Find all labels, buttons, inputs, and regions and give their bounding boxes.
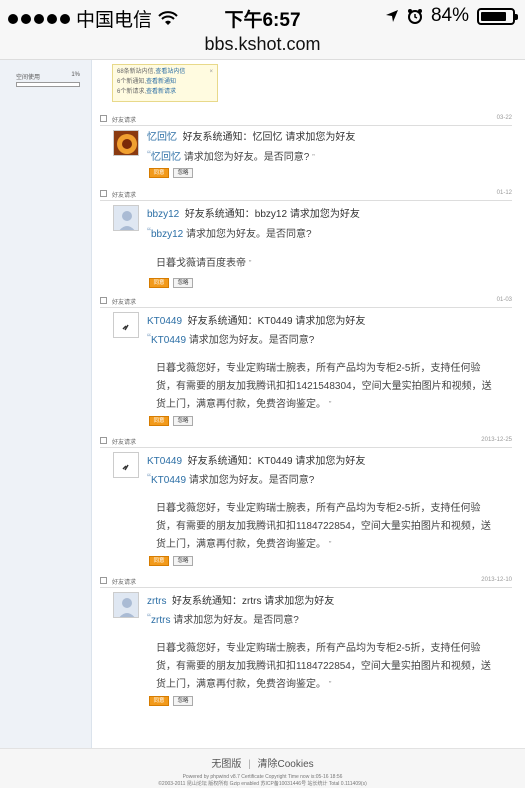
view-requests-link[interactable]: 查看新请求 [146,89,176,95]
message-title: KT0449 好友系统通知：KT0449 请求加您为好友 [147,316,366,327]
request-quote: “KT0449 请求加您为好友。是否同意? [147,331,315,346]
username-link[interactable]: KT0449 [147,316,182,327]
avatar[interactable] [113,592,139,618]
request-quote: “zrtrs 请求加您为好友。是否同意? [147,611,299,626]
notice-line-3: 6个新请求, [117,89,147,95]
battery-icon [477,7,518,25]
message-header: 好友请求 2013-12-10 [100,576,512,588]
message-date: 03-22 [496,115,512,121]
quote-username[interactable]: KT0449 [151,475,186,486]
message-type: 好友请求 [112,440,137,446]
message-title: KT0449 好友系统通知：KT0449 请求加您为好友 [147,456,366,467]
select-checkbox[interactable] [100,437,107,444]
request-quote: “KT0449 请求加您为好友。是否同意? [147,471,315,486]
message-date: 01-03 [496,297,512,303]
request-quote: “忆回忆 请求加您为好友。是否同意? ” [147,148,315,163]
location-arrow-icon [385,10,398,22]
avatar[interactable] [113,312,139,338]
select-checkbox[interactable] [100,577,107,584]
powered-by-text: Powered by phpwind v8.7 Certificate Copy… [182,774,343,780]
friend-request-item: 好友请求 01-03 KT0449 好友系统通知：KT0449 请求加您为好友 … [100,296,512,426]
sidebar: 空间使用 1% [0,60,92,748]
friend-request-item: 好友请求 03-22 忆回忆 好友系统通知：忆回忆 请求加您为好友 “忆回忆 请… [100,114,512,178]
friend-request-item: 好友请求 01-12 bbzy12 好友系统通知：bbzy12 请求加您为好友 … [100,189,512,288]
message-date: 01-12 [496,190,512,196]
view-messages-link[interactable]: 查看站内信 [155,69,185,75]
message-body: 日暮戈薇您好，专业定购瑞士腕表，所有产品均为专柜2-5折，支持任何验货，有需要的… [156,503,491,550]
clear-cookies-link[interactable]: 清除Cookies [258,759,314,770]
quote-username[interactable]: zrtrs [151,615,170,626]
message-title: bbzy12 好友系统通知：bbzy12 请求加您为好友 [147,209,360,220]
username-link[interactable]: zrtrs [147,596,166,607]
ignore-button[interactable]: 忽略 [173,416,193,426]
alarm-clock-icon [407,9,422,24]
agree-button[interactable]: 同意 [149,416,169,426]
message-body: 日暮戈薇请百度表帝 ” [156,258,252,269]
message-header: 好友请求 01-03 [100,296,512,308]
message-type: 好友请求 [112,580,137,586]
message-type: 好友请求 [112,300,137,306]
no-image-link[interactable]: 无图版 [211,759,241,770]
notice-line-1: 68条新站内信, [117,69,156,75]
agree-button[interactable]: 同意 [149,696,169,706]
username-link[interactable]: 忆回忆 [147,132,177,143]
copyright-text: ©2003-2011 昆山论坛 版权所有 Gzip enabled 苏ICP备1… [158,781,367,787]
agree-button[interactable]: 同意 [149,556,169,566]
message-body: 日暮戈薇您好，专业定购瑞士腕表，所有产品均为专柜2-5折，支持任何验货，有需要的… [156,643,491,690]
ignore-button[interactable]: 忽略 [173,556,193,566]
friend-request-item: 好友请求 2013-12-25 KT0449 好友系统通知：KT0449 请求加… [100,436,512,566]
avatar[interactable] [113,130,139,156]
friend-request-item: 好友请求 2013-12-10 zrtrs 好友系统通知：zrtrs 请求加您为… [100,576,512,706]
notification-popup: × 68条新站内信,查看站内信 6个新通知,查看新通知 6个新请求,查看新请求 [112,64,218,102]
page-footer: 无图版 | 清除Cookies Powered by phpwind v8.7 … [0,748,525,788]
message-type: 好友请求 [112,193,137,199]
select-checkbox[interactable] [100,297,107,304]
view-notices-link[interactable]: 查看新通知 [146,79,176,85]
ignore-button[interactable]: 忽略 [173,278,193,288]
message-body: 日暮戈薇您好，专业定购瑞士腕表，所有产品均为专柜2-5折，支持任何验货，有需要的… [156,363,492,410]
message-title: 忆回忆 好友系统通知：忆回忆 请求加您为好友 [147,132,356,143]
notice-line-2: 6个新通知, [117,79,147,85]
message-date: 2013-12-25 [481,437,512,443]
quote-username[interactable]: bbzy12 [151,229,183,240]
space-usage-label: 空间使用 [16,75,41,81]
close-icon[interactable]: × [209,67,213,77]
username-link[interactable]: bbzy12 [147,209,179,220]
message-date: 2013-12-10 [481,577,512,583]
message-header: 好友请求 03-22 [100,114,512,126]
status-bar: 中国电信 下午6:57 84% [0,0,525,32]
quote-username[interactable]: KT0449 [151,335,186,346]
page-content: 空间使用 1% × 68条新站内信,查看站内信 6个新通知,查看新通知 6个新请… [0,60,525,748]
space-usage-bar [16,82,80,87]
url-host: bbs.kshot.com [204,34,321,54]
space-usage-percent: 1% [71,72,80,78]
message-header: 好友请求 2013-12-25 [100,436,512,448]
agree-button[interactable]: 同意 [149,168,169,178]
footer-separator: | [248,759,251,770]
avatar[interactable] [113,205,139,231]
request-quote: “bbzy12 请求加您为好友。是否同意? [147,225,312,240]
space-usage-row: 空间使用 1% [16,72,80,81]
message-type: 好友请求 [112,118,137,124]
message-title: zrtrs 好友系统通知：zrtrs 请求加您为好友 [147,596,335,607]
username-link[interactable]: KT0449 [147,456,182,467]
avatar[interactable] [113,452,139,478]
select-checkbox[interactable] [100,190,107,197]
quote-username[interactable]: 忆回忆 [151,152,181,163]
select-checkbox[interactable] [100,115,107,122]
ignore-button[interactable]: 忽略 [173,696,193,706]
ignore-button[interactable]: 忽略 [173,168,193,178]
agree-button[interactable]: 同意 [149,278,169,288]
message-header: 好友请求 01-12 [100,189,512,201]
address-bar[interactable]: bbs.kshot.com [0,32,525,60]
battery-percent: 84% [430,5,469,26]
